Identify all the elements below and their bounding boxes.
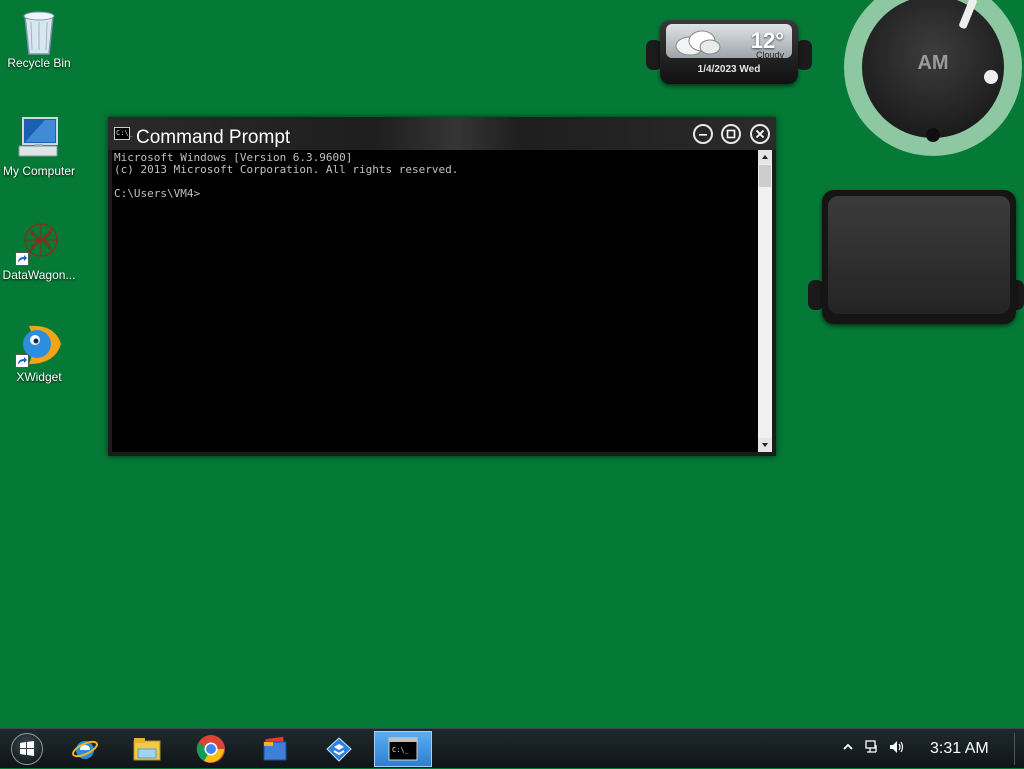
console-line: (c) 2013 Microsoft Corporation. All righ… [114, 163, 459, 176]
taskbar-app[interactable] [310, 731, 368, 767]
windows-logo-icon [20, 741, 34, 756]
shortcut-arrow-icon [15, 354, 29, 368]
widget-knob [796, 40, 812, 70]
cloud-icon [672, 28, 722, 61]
maximize-button[interactable] [721, 124, 741, 144]
computer-icon [15, 114, 63, 162]
panel-widget-screen [828, 196, 1010, 314]
show-hidden-icons-button[interactable] [842, 740, 854, 758]
chevron-up-icon [843, 743, 853, 750]
command-prompt-icon: C:\_ [114, 127, 133, 140]
minimize-button[interactable] [693, 124, 713, 144]
file-manager-icon [263, 736, 287, 761]
volume-control[interactable] [888, 739, 906, 760]
show-desktop-button[interactable] [1014, 733, 1023, 765]
taskbar-file-manager[interactable] [246, 731, 304, 767]
clock-widget[interactable]: AM [844, 0, 1022, 156]
taskbar-chrome[interactable] [182, 731, 240, 767]
clock-face: AM [862, 0, 1004, 142]
desktop-icon-label: Recycle Bin [7, 56, 71, 70]
clock-hand [958, 0, 978, 30]
close-icon [755, 129, 765, 139]
taskbar-file-explorer[interactable] [118, 731, 176, 767]
weather-condition: Cloudy [755, 50, 784, 60]
xwidget-icon [15, 320, 63, 368]
weather-display: 12° Cloudy [666, 24, 792, 61]
chrome-icon [196, 735, 225, 763]
weather-widget-body: 12° Cloudy 1/4/2023 Wed [660, 20, 798, 84]
scroll-up-button[interactable] [758, 150, 772, 164]
scroll-up-icon [762, 155, 768, 159]
weather-date: 1/4/2023 Wed [697, 64, 761, 75]
desktop-icon-recycle-bin[interactable]: Recycle Bin [0, 6, 78, 70]
desktop-icon-label: XWidget [16, 370, 62, 384]
internet-explorer-icon [72, 740, 98, 759]
window-title: Command Prompt [136, 127, 291, 148]
desktop-icon-datawagon[interactable]: DataWagon... [0, 218, 78, 282]
system-tray [842, 729, 906, 769]
maximize-icon [726, 129, 736, 139]
network-icon [865, 739, 877, 753]
clock-knob [926, 128, 940, 142]
datawagon-icon [15, 218, 63, 266]
file-explorer-icon [133, 738, 161, 761]
scroll-down-button[interactable] [758, 438, 772, 452]
start-button[interactable] [11, 733, 43, 765]
taskbar-clock[interactable]: 3:31 AM [930, 740, 989, 758]
panel-widget-frame [822, 190, 1016, 324]
svg-text:C:\_: C:\_ [392, 746, 410, 754]
console-prompt: C:\Users\VM4> [114, 187, 201, 200]
taskbar: C:\_ 3:31 AM [0, 728, 1024, 768]
shortcut-arrow-icon [15, 252, 29, 266]
console-text: Microsoft Windows [Version 6.3.9600] (c)… [114, 152, 458, 200]
minimize-icon [699, 134, 707, 136]
vertical-scrollbar[interactable] [758, 150, 772, 452]
close-button[interactable] [750, 124, 770, 144]
command-prompt-icon: C:\_ [388, 737, 418, 761]
desktop-icon-xwidget[interactable]: XWidget [0, 320, 78, 384]
speaker-icon [890, 740, 904, 753]
clock-ampm: AM [917, 52, 949, 74]
network-status[interactable] [864, 739, 880, 760]
scroll-thumb[interactable] [759, 165, 771, 187]
taskbar-command-prompt[interactable]: C:\_ [374, 731, 432, 767]
taskbar-internet-explorer[interactable] [56, 731, 114, 767]
title-bar[interactable]: C:\_ Command Prompt [108, 117, 776, 150]
clock-indicator-dot [984, 70, 998, 84]
app-icon [326, 737, 352, 762]
scroll-down-icon [762, 443, 768, 447]
panel-widget[interactable] [808, 190, 1024, 326]
console-output[interactable]: Microsoft Windows [Version 6.3.9600] (c)… [112, 150, 758, 452]
weather-widget[interactable]: 12° Cloudy 1/4/2023 Wed [646, 20, 812, 84]
desktop-icon-label: My Computer [2, 164, 76, 178]
desktop-icon-label: DataWagon... [2, 268, 76, 282]
command-prompt-window[interactable]: C:\_ Command Prompt Microsoft Windows [V… [108, 117, 776, 456]
desktop-icon-my-computer[interactable]: My Computer [0, 114, 78, 178]
recycle-bin-icon [15, 6, 63, 55]
